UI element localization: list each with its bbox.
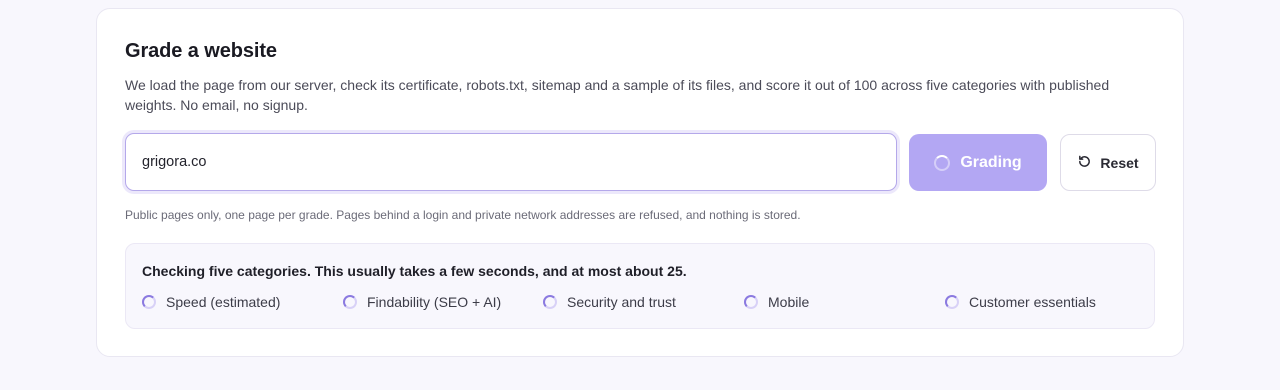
reset-button[interactable]: Reset <box>1060 134 1156 191</box>
spinner-icon <box>945 295 959 309</box>
reset-button-label: Reset <box>1100 154 1139 171</box>
spinner-icon <box>744 295 758 309</box>
spinner-icon <box>543 295 557 309</box>
grader-card: Grade a website We load the page from ou… <box>96 8 1184 357</box>
category-item: Customer essentials <box>945 294 1096 310</box>
category-label: Mobile <box>768 294 810 310</box>
category-label: Findability (SEO + AI) <box>367 294 502 310</box>
progress-panel: Checking five categories. This usually t… <box>125 243 1155 329</box>
category-item: Mobile <box>744 294 809 310</box>
card-title: Grade a website <box>125 40 277 62</box>
spinner-icon <box>343 295 357 309</box>
category-label: Customer essentials <box>969 294 1096 310</box>
input-hint: Public pages only, one page per grade. P… <box>125 208 801 222</box>
url-input[interactable] <box>125 133 897 191</box>
progress-message: Checking five categories. This usually t… <box>142 263 687 279</box>
grade-button-label: Grading <box>960 153 1022 171</box>
category-label: Speed (estimated) <box>166 294 281 310</box>
category-item: Speed (estimated) <box>142 294 280 310</box>
category-item: Findability (SEO + AI) <box>343 294 501 310</box>
reset-icon <box>1077 154 1092 172</box>
spinner-icon <box>142 295 156 309</box>
category-item: Security and trust <box>543 294 676 310</box>
category-label: Security and trust <box>567 294 676 310</box>
category-list: Speed (estimated) Findability (SEO + AI)… <box>142 294 1152 314</box>
grade-button[interactable]: Grading <box>909 134 1047 191</box>
spinner-icon <box>934 154 951 171</box>
card-description: We load the page from our server, check … <box>125 77 1110 113</box>
